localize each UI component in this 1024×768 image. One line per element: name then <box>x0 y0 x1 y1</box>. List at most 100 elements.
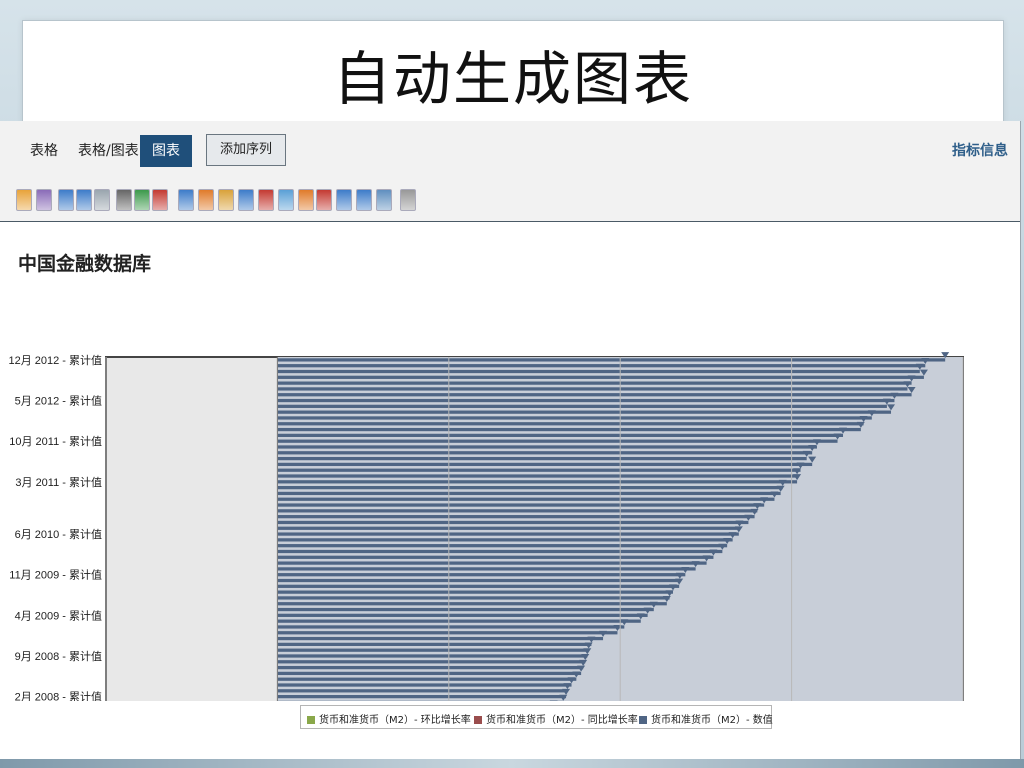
bar <box>277 474 798 478</box>
legend-label-mom: 货币和准货币（M2）- 环比增长率 <box>319 715 471 726</box>
legend-item-yoy[interactable]: 货币和准货币（M2）- 同比增长率 <box>474 711 638 726</box>
column-chart-icon[interactable] <box>238 189 254 211</box>
bar <box>277 660 586 664</box>
bar <box>277 468 801 472</box>
bar <box>277 491 781 496</box>
legend-swatch-green <box>307 716 315 724</box>
bar <box>277 677 577 681</box>
bar <box>277 375 924 379</box>
bar <box>277 567 696 571</box>
bar <box>277 364 926 368</box>
tab-table[interactable]: 表格 <box>30 135 58 167</box>
y-tick-label: 6月 2010 - 累计值 <box>15 528 102 541</box>
bar <box>277 433 844 438</box>
bar <box>277 544 728 548</box>
bar <box>277 573 686 577</box>
bar <box>277 689 568 693</box>
save-icon[interactable] <box>36 189 52 211</box>
bar <box>277 602 667 606</box>
y-tick-label: 10月 2011 - 累计值 <box>9 435 102 448</box>
bar <box>277 683 572 687</box>
bar <box>277 381 912 385</box>
add-series-button[interactable]: 添加序列 <box>206 134 286 166</box>
legend-item-mom[interactable]: 货币和准货币（M2）- 环比增长率 <box>307 711 471 726</box>
y-tick-label: 5月 2012 - 累计值 <box>15 395 102 408</box>
pdf-icon[interactable] <box>152 189 168 211</box>
tab-chart[interactable]: 图表 <box>140 135 192 167</box>
refresh-icon[interactable] <box>58 189 74 211</box>
bar <box>277 671 582 676</box>
y-tick-label: 12月 2012 - 累计值 <box>8 354 102 367</box>
bar <box>277 538 733 542</box>
legend-label-yoy: 货币和准货币（M2）- 同比增长率 <box>486 715 638 726</box>
chart-application: 表格 表格/图表 图表 添加序列 指标信息 中国金融数据库 -250,00002… <box>0 121 1021 759</box>
bar <box>277 427 861 432</box>
bar <box>277 497 775 501</box>
bar <box>277 410 892 414</box>
y-tick-label: 11月 2009 - 累计值 <box>9 569 102 582</box>
bar <box>277 393 912 397</box>
pie-chart-icon[interactable] <box>298 189 314 211</box>
bar <box>277 619 641 623</box>
bar <box>277 515 755 519</box>
export-icon[interactable] <box>16 189 32 211</box>
bar <box>277 636 604 641</box>
bar <box>277 694 567 699</box>
bar-chart-icon[interactable] <box>198 189 214 211</box>
radar-chart-icon[interactable] <box>316 189 332 211</box>
bar <box>277 387 908 391</box>
legend-swatch-red <box>474 716 482 724</box>
bar <box>277 404 887 408</box>
scatter-chart-icon[interactable] <box>336 189 352 211</box>
bar <box>277 561 707 565</box>
bar <box>277 654 588 658</box>
y-tick-label: 2月 2008 - 累计值 <box>15 691 102 701</box>
bar <box>277 358 946 362</box>
bar <box>277 665 584 670</box>
y-tick-label: 4月 2009 - 累计值 <box>15 609 102 622</box>
bar <box>277 462 813 467</box>
bar <box>277 648 589 652</box>
bar <box>277 625 625 629</box>
bar <box>277 485 783 490</box>
table-chart-icon[interactable] <box>376 189 392 211</box>
bar <box>277 584 680 588</box>
line-chart-icon[interactable] <box>178 189 194 211</box>
bar <box>277 590 673 594</box>
slide-bottom-strip <box>0 759 1024 768</box>
legend-swatch-blue <box>639 716 647 724</box>
bar <box>277 422 864 426</box>
tab-table-chart[interactable]: 表格/图表 <box>78 135 139 167</box>
grouped-column-icon[interactable] <box>258 189 274 211</box>
y-tick-label: 3月 2011 - 累计值 <box>15 476 102 489</box>
bar <box>277 526 740 530</box>
bar <box>277 445 817 449</box>
bar <box>277 607 654 612</box>
bar <box>277 532 739 536</box>
bar <box>277 503 765 507</box>
bar <box>277 509 758 513</box>
settings-icon[interactable] <box>400 189 416 211</box>
combo-chart-icon[interactable] <box>356 189 372 211</box>
undo-icon[interactable] <box>76 189 92 211</box>
bar <box>277 555 714 559</box>
bar <box>277 439 838 443</box>
chart-tools-icon-bar <box>16 189 436 215</box>
bar <box>277 456 807 461</box>
redo-icon[interactable] <box>94 189 110 211</box>
excel-icon[interactable] <box>134 189 150 211</box>
legend-label-value: 货币和准货币（M2）- 数值 <box>651 715 773 726</box>
legend-item-value[interactable]: 货币和准货币（M2）- 数值 <box>639 711 773 726</box>
bar <box>277 549 723 554</box>
chart-legend: 货币和准货币（M2）- 环比增长率 货币和准货币（M2）- 同比增长率 货币和准… <box>300 705 773 729</box>
indicator-info-link[interactable]: 指标信息 <box>952 135 1008 167</box>
bar <box>277 398 895 403</box>
slide-title-frame: 自动生成图表 <box>22 20 1004 137</box>
stacked-bar-icon[interactable] <box>218 189 234 211</box>
print-icon[interactable] <box>116 189 132 211</box>
area-chart-icon[interactable] <box>278 189 294 211</box>
bar <box>277 451 813 455</box>
bar <box>277 631 618 635</box>
bar <box>277 613 648 617</box>
bar <box>277 578 680 583</box>
